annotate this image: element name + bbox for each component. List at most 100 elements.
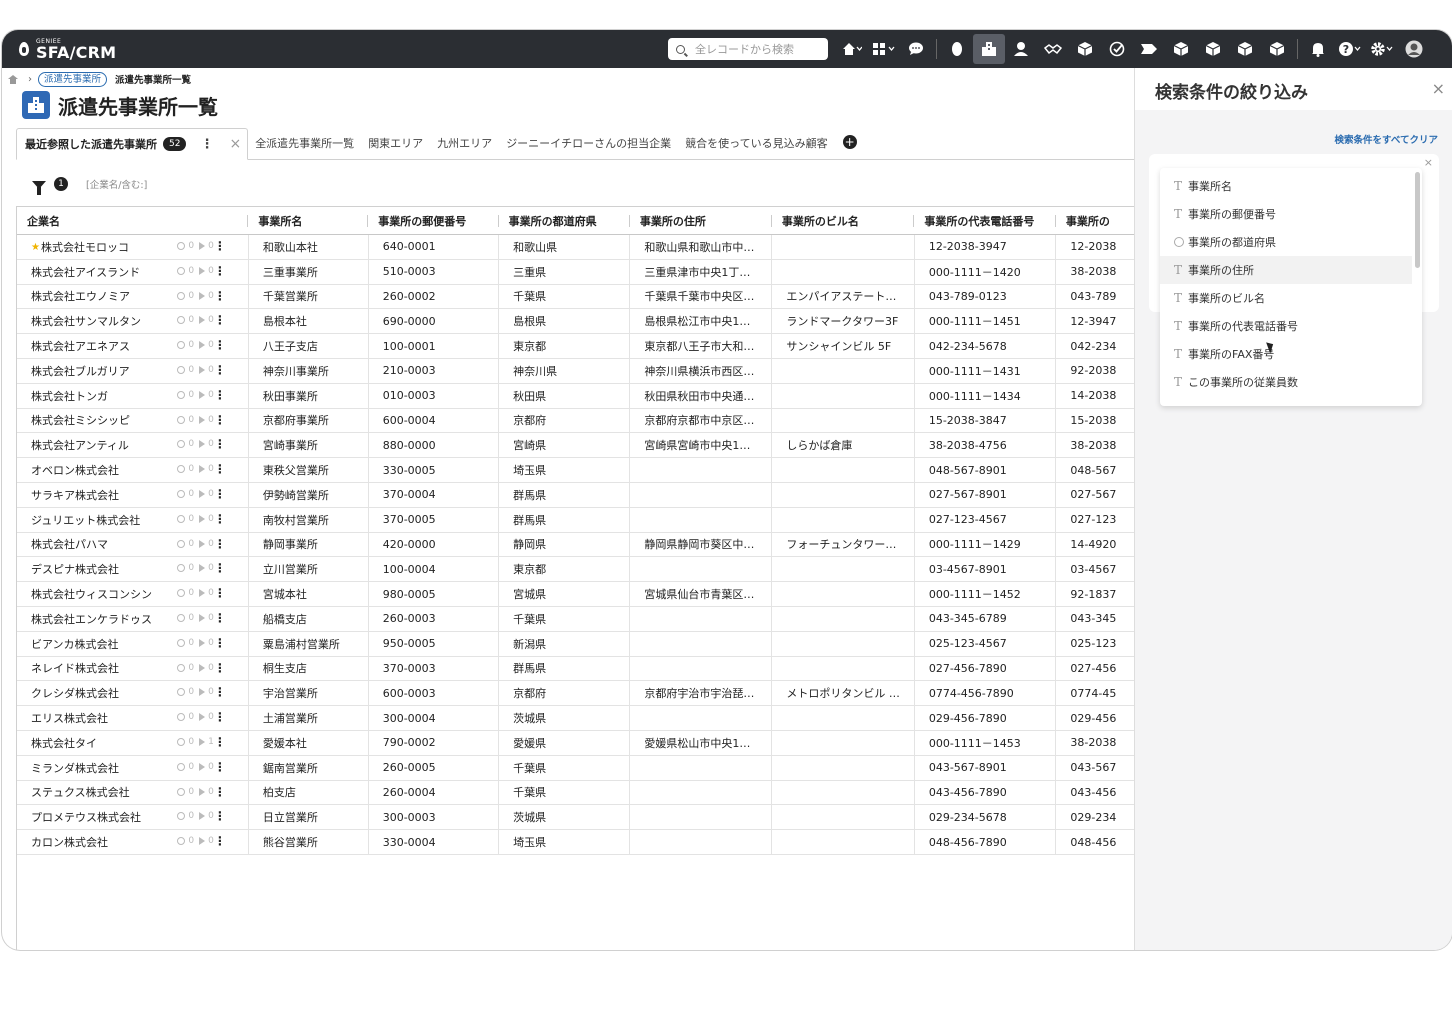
row-kebab-menu-icon[interactable]: ⋮ <box>214 586 226 600</box>
col-phone[interactable]: 事業所の代表電話番号 <box>914 206 1056 235</box>
table-row[interactable]: ネレイド株式会社 0 0 ⋮ 桐生支店 370-0003 群馬県 027-456-7890 02… <box>17 656 1134 682</box>
tab-kyushu[interactable]: 九州エリア <box>430 127 499 159</box>
tab-recent[interactable]: 最近参照した派遣先事業所 52 ⋮ × <box>16 128 249 160</box>
company-name[interactable]: ネレイド株式会社 <box>31 660 161 676</box>
field-option[interactable]: T 事業所のビル名 <box>1160 284 1422 312</box>
cell-office[interactable]: 愛媛本社 <box>248 730 369 756</box>
table-row[interactable]: ステュクス株式会社 0 0 ⋮ 柏支店 260-0004 千葉県 043-456-7890 04… <box>17 780 1134 806</box>
contact-person-icon[interactable] <box>1005 34 1037 64</box>
cell-office[interactable]: 京都府事業所 <box>248 408 369 434</box>
row-kebab-menu-icon[interactable]: ⋮ <box>214 636 226 650</box>
cell-company[interactable]: プロメテウス株式会社 0 0 ⋮ <box>17 804 249 831</box>
tab-kanto[interactable]: 関東エリア <box>361 127 430 159</box>
bell-icon[interactable] <box>1302 34 1334 64</box>
tab-all-offices[interactable]: 全派遣先事業所一覧 <box>248 127 361 159</box>
table-row[interactable]: ジュリエット株式会社 0 0 ⋮ 南牧村営業所 370-0005 群馬県 027-123-45… <box>17 507 1134 533</box>
cell-company[interactable]: 株式会社アンティル 0 0 ⋮ <box>17 432 249 459</box>
row-kebab-menu-icon[interactable]: ⋮ <box>214 289 226 303</box>
package-icon[interactable] <box>1069 34 1101 64</box>
company-name[interactable]: オベロン株式会社 <box>31 462 161 478</box>
company-name[interactable]: 株式会社ミシシッピ <box>31 412 161 428</box>
home-icon[interactable] <box>836 34 868 64</box>
cell-office[interactable]: 粟島浦村営業所 <box>248 631 369 657</box>
cell-office[interactable]: 和歌山本社 <box>248 234 369 260</box>
cell-office[interactable]: 島根本社 <box>248 308 369 335</box>
global-search-input[interactable] <box>695 42 815 56</box>
row-kebab-menu-icon[interactable]: ⋮ <box>214 537 226 551</box>
dropdown-scrollbar[interactable] <box>1415 172 1420 268</box>
row-kebab-menu-icon[interactable]: ⋮ <box>214 437 226 451</box>
row-kebab-menu-icon[interactable]: ⋮ <box>214 239 226 253</box>
lead-icon[interactable] <box>941 34 973 64</box>
box-icon-3[interactable] <box>1229 34 1261 64</box>
company-name[interactable]: カロン株式会社 <box>31 834 161 850</box>
cell-company[interactable]: 株式会社サンマルタン 0 0 ⋮ <box>17 308 249 335</box>
cell-office[interactable]: 船橋支店 <box>248 606 369 632</box>
table-row[interactable]: クレシダ株式会社 0 0 ⋮ 宇治営業所 600-0003 京都府 京都府宇治市宇治琵… メトロ… <box>17 680 1134 707</box>
table-row[interactable]: 株式会社エウノミア 0 0 ⋮ 千葉営業所 260-0002 千葉県 千葉県千葉市中央区… エン… <box>17 284 1134 310</box>
row-kebab-menu-icon[interactable]: ⋮ <box>214 512 226 526</box>
company-name[interactable]: 株式会社モロッコ <box>41 239 171 255</box>
cell-company[interactable]: 株式会社アイスランド 0 0 ⋮ <box>17 259 249 285</box>
row-kebab-menu-icon[interactable]: ⋮ <box>214 338 226 352</box>
condition-close-icon[interactable]: × <box>1424 156 1433 169</box>
cell-company[interactable]: カロン株式会社 0 0 ⋮ <box>17 829 249 855</box>
handshake-icon[interactable] <box>1037 34 1069 64</box>
col-company[interactable]: 企業名 <box>17 206 249 235</box>
cell-company[interactable]: デスピナ株式会社 0 0 ⋮ <box>17 556 249 583</box>
gear-icon[interactable] <box>1366 34 1398 64</box>
table-row[interactable]: プロメテウス株式会社 0 0 ⋮ 日立営業所 300-0003 茨城県 029-234-567… <box>17 804 1134 831</box>
row-kebab-menu-icon[interactable]: ⋮ <box>214 487 226 501</box>
clear-all-conditions-link[interactable]: 検索条件をすべてクリア <box>1335 132 1438 146</box>
company-name[interactable]: エリス株式会社 <box>31 710 161 726</box>
cell-company[interactable]: ネレイド株式会社 0 0 ⋮ <box>17 656 249 682</box>
cell-company[interactable]: 株式会社エウノミア 0 0 ⋮ <box>17 284 249 310</box>
row-kebab-menu-icon[interactable]: ⋮ <box>214 313 226 327</box>
cell-company[interactable]: ビアンカ株式会社 0 0 ⋮ <box>17 631 249 657</box>
table-row[interactable]: オベロン株式会社 0 0 ⋮ 東秩父営業所 330-0005 埼玉県 048-567-8901… <box>17 457 1134 483</box>
box-icon-2[interactable] <box>1197 34 1229 64</box>
company-name[interactable]: ステュクス株式会社 <box>31 784 161 800</box>
company-name[interactable]: ジュリエット株式会社 <box>31 512 161 528</box>
field-option[interactable]: T 事業所の郵便番号 <box>1160 200 1422 228</box>
cell-company[interactable]: 株式会社トンガ 0 0 ⋮ <box>17 383 249 409</box>
row-kebab-menu-icon[interactable]: ⋮ <box>214 388 226 402</box>
table-row[interactable]: 株式会社アエネアス 0 0 ⋮ 八王子支店 100-0001 東京都 東京都八王子市大和… サン… <box>17 333 1134 359</box>
cell-company[interactable]: 株式会社ミシシッピ 0 0 ⋮ <box>17 408 249 434</box>
cell-company[interactable]: 株式会社アエネアス 0 0 ⋮ <box>17 333 249 359</box>
field-option[interactable]: T この事業所の従業員数 <box>1160 368 1422 396</box>
table-row[interactable]: 株式会社タイ 0 1 ⋮ 愛媛本社 790-0002 愛媛県 愛媛県松山市中央1… 000-11… <box>17 730 1134 756</box>
chat-icon[interactable] <box>900 34 932 64</box>
cell-office[interactable]: 東秩父営業所 <box>248 457 369 483</box>
tab-ichiro[interactable]: ジーニーイチローさんの担当企業 <box>499 127 678 159</box>
col-extra[interactable]: 事業所の <box>1055 206 1134 235</box>
table-row[interactable]: 株式会社アイスランド 0 0 ⋮ 三重事業所 510-0003 三重県 三重県津市中央1丁… 0… <box>17 259 1134 285</box>
row-kebab-menu-icon[interactable]: ⋮ <box>214 462 226 476</box>
row-kebab-menu-icon[interactable]: ⋮ <box>214 685 226 699</box>
row-kebab-menu-icon[interactable]: ⋮ <box>214 363 226 377</box>
row-kebab-menu-icon[interactable]: ⋮ <box>214 264 226 278</box>
global-search[interactable] <box>668 38 828 60</box>
row-kebab-menu-icon[interactable]: ⋮ <box>214 834 226 848</box>
cell-office[interactable]: 柏支店 <box>248 780 369 806</box>
table-row[interactable]: 株式会社トンガ 0 0 ⋮ 秋田事業所 010-0003 秋田県 秋田県秋田市中央通… 000-… <box>17 383 1134 409</box>
cell-office[interactable]: 鋸南営業所 <box>248 755 369 781</box>
company-name[interactable]: ビアンカ株式会社 <box>31 636 161 652</box>
tab-competitor[interactable]: 競合を使っている見込み顧客 <box>678 127 834 159</box>
table-row[interactable]: エリス株式会社 0 0 ⋮ 土浦営業所 300-0004 茨城県 029-456-7890 02… <box>17 705 1134 731</box>
company-name[interactable]: 株式会社エウノミア <box>31 288 161 304</box>
tab-kebab-menu-icon[interactable]: ⋮ <box>200 137 213 152</box>
filter-condition-text[interactable]: [企業名/含む:] <box>86 177 147 191</box>
table-row[interactable]: 株式会社エンケラドゥス 0 0 ⋮ 船橋支店 260-0003 千葉県 043-345-678… <box>17 606 1134 632</box>
field-option[interactable]: T 事業所のFAX番号 <box>1160 340 1422 368</box>
cell-company[interactable]: クレシダ株式会社 0 0 ⋮ <box>17 680 249 707</box>
table-row[interactable]: 株式会社ウィスコンシン 0 0 ⋮ 宮城本社 980-0005 宮城県 宮城県仙台市青葉区… 0… <box>17 581 1134 607</box>
row-kebab-menu-icon[interactable]: ⋮ <box>214 785 226 799</box>
add-tab-plus-icon[interactable]: + <box>842 135 857 149</box>
cell-office[interactable]: 八王子支店 <box>248 333 369 359</box>
cell-company[interactable]: 株式会社タイ 0 1 ⋮ <box>17 730 249 756</box>
table-row[interactable]: デスピナ株式会社 0 0 ⋮ 立川営業所 100-0004 東京都 03-4567-8901 0… <box>17 556 1134 583</box>
tab-close-icon[interactable]: × <box>229 136 241 152</box>
company-name[interactable]: サラキア株式会社 <box>31 487 161 503</box>
cell-office[interactable]: 桐生支店 <box>248 656 369 682</box>
